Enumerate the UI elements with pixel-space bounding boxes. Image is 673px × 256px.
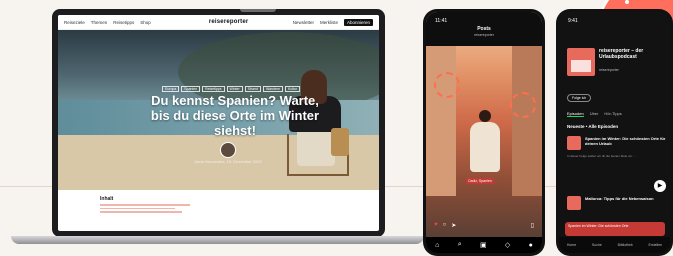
episode-item[interactable]: Spanien im Winter: Die schönsten Orte fü… xyxy=(567,136,667,164)
podcast-author[interactable]: reisereporter xyxy=(599,68,619,72)
spotify-tab-bar: Home Suche Bibliothek Erstellen xyxy=(559,237,670,253)
article-hero: Europa Spanien Reisetipps Winter Strand … xyxy=(58,30,379,190)
phone-spotify-screen: 9:41 reisereporter – der Urlaubspodcast … xyxy=(559,12,670,253)
home-icon[interactable]: ⌂ xyxy=(435,242,439,249)
phone-spotify: 9:41 reisereporter – der Urlaubspodcast … xyxy=(556,9,673,256)
building-right xyxy=(512,46,542,196)
nav-item-reisetipps[interactable]: Reisetipps xyxy=(113,20,134,25)
tag[interactable]: Wandern xyxy=(262,86,284,92)
header-title: Posts xyxy=(477,26,491,32)
heart-icon[interactable]: ♥ xyxy=(434,222,438,232)
episodes-section-title: Neueste • Alle Episoden xyxy=(567,124,619,129)
instagram-tab-bar: ⌂ ⌕ ▣ ◇ ● xyxy=(426,237,542,253)
shop-icon[interactable]: ◇ xyxy=(505,241,510,249)
podcast-title: reisereporter – der Urlaubspodcast xyxy=(599,48,644,60)
phone-instagram: Cadiz, Spanien 11:41 Posts reisereporter… xyxy=(423,9,545,256)
tag[interactable]: Kultur xyxy=(285,86,301,92)
share-icon[interactable]: ➤ xyxy=(451,222,456,232)
tab-tips[interactable]: Hör-Tipps xyxy=(604,111,621,117)
phone-instagram-screen: Cadiz, Spanien 11:41 Posts reisereporter… xyxy=(426,12,542,253)
comment-icon[interactable]: ○ xyxy=(443,222,447,232)
nav-item-reiseziele[interactable]: Reiseziele xyxy=(64,20,85,25)
tag[interactable]: Europa xyxy=(162,86,180,92)
basket-bag xyxy=(331,128,349,156)
tag[interactable]: Spanien xyxy=(181,86,201,92)
author-avatar xyxy=(220,142,236,158)
palm-doodle-icon xyxy=(510,92,536,118)
search-icon[interactable]: ⌕ xyxy=(458,241,462,249)
post-figure xyxy=(470,110,500,172)
tab-about[interactable]: Über xyxy=(590,111,599,117)
episode-thumbnail xyxy=(567,136,581,150)
status-time: 11:41 xyxy=(435,18,448,24)
tab-episodes[interactable]: Episoden xyxy=(567,111,584,117)
article-headline: Du kennst Spanien? Warte, bis du diese O… xyxy=(150,93,320,138)
status-time: 9:41 xyxy=(568,18,578,24)
site-logo[interactable]: reisereporter xyxy=(209,19,249,25)
subscribe-button[interactable]: Abonnieren xyxy=(343,18,373,26)
tag[interactable]: Winter xyxy=(226,86,243,92)
toc-item[interactable] xyxy=(100,204,190,206)
toc-heading: Inhalt xyxy=(100,196,114,202)
podcast-tabs: Episoden Über Hör-Tipps xyxy=(567,111,622,117)
nav-search[interactable]: Suche xyxy=(592,243,602,247)
podcast-cover[interactable] xyxy=(567,48,595,76)
follow-button[interactable]: Folge ich xyxy=(567,94,592,102)
tag[interactable]: Strand xyxy=(244,86,261,92)
play-icon[interactable]: ▶ xyxy=(654,180,666,192)
mini-player[interactable]: Spanien im Winter: Die schönsten Orte xyxy=(565,222,665,236)
episode-title: Spanien im Winter: Die schönsten Orte fü… xyxy=(585,136,666,146)
nav-create[interactable]: Erstellen xyxy=(648,243,662,247)
hero-tags: Europa Spanien Reisetipps Winter Strand … xyxy=(162,86,301,92)
bookmarks-link[interactable]: Merkliste xyxy=(320,20,338,25)
instagram-header: 11:41 Posts reisereporter xyxy=(426,12,542,46)
episode-title: Mallorca: Tipps für die Nebensaison xyxy=(585,196,654,201)
nav-item-themen[interactable]: Themen xyxy=(91,20,108,25)
laptop-hinge xyxy=(240,9,276,12)
profile-icon[interactable]: ● xyxy=(529,242,533,249)
bookmark-icon[interactable]: ▯ xyxy=(531,222,534,232)
nav-home[interactable]: Home xyxy=(567,243,576,247)
table-of-contents: Inhalt xyxy=(100,196,230,215)
episode-thumbnail xyxy=(567,196,581,210)
episode-description: In dieser Folge stellen wir dir die best… xyxy=(567,154,637,158)
nav-item-shop[interactable]: Shop xyxy=(140,20,151,25)
building-left xyxy=(426,46,456,196)
article-byline: Anna Hernandez, 15. Dezember 2023 xyxy=(194,159,262,164)
header-subtitle: reisereporter xyxy=(474,33,494,37)
nav-library[interactable]: Bibliothek xyxy=(618,243,633,247)
tag[interactable]: Reisetipps xyxy=(202,86,225,92)
toc-item[interactable] xyxy=(100,211,182,213)
post-actions: ♥ ○ ➤ ▯ xyxy=(426,222,542,232)
newsletter-link[interactable]: Newsletter xyxy=(293,20,314,25)
reels-icon[interactable]: ▣ xyxy=(480,241,487,249)
site-navigation: Reiseziele Themen Reisetipps Shop reiser… xyxy=(58,15,379,30)
palm-doodle-icon xyxy=(434,72,460,98)
toc-item[interactable] xyxy=(100,207,175,209)
laptop-base xyxy=(11,236,424,244)
episode-item[interactable]: Mallorca: Tipps für die Nebensaison xyxy=(567,196,667,220)
post-location-sticker: Cadiz, Spanien xyxy=(466,178,494,184)
